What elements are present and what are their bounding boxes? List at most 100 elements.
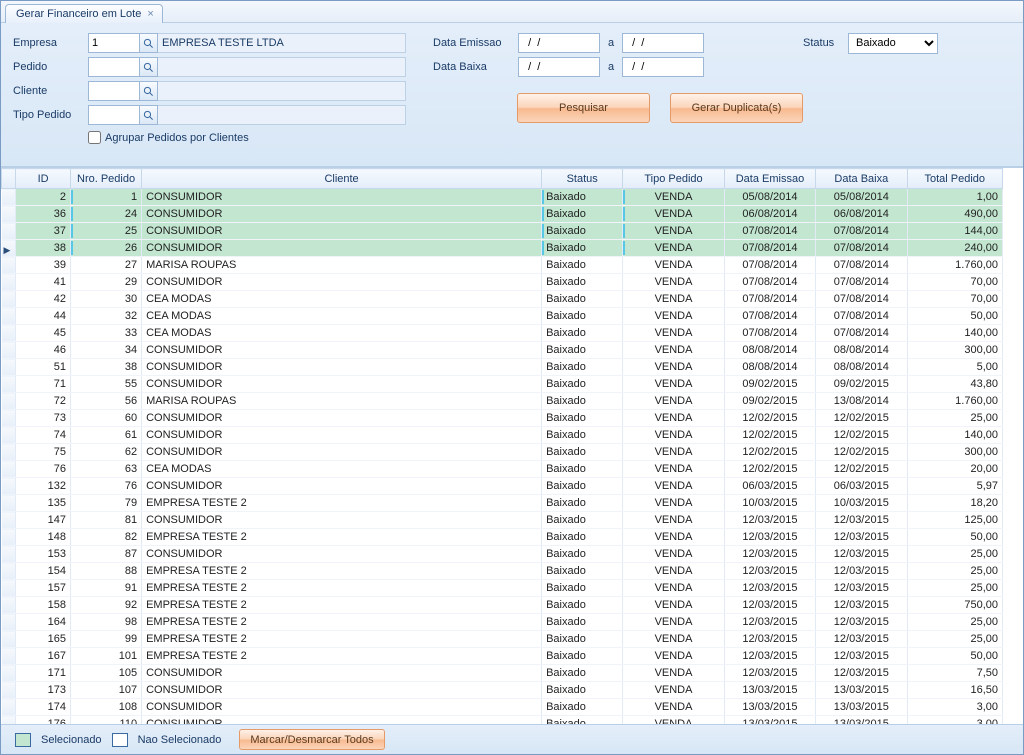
- row-indicator: [2, 716, 16, 725]
- data-baixa-ate-input[interactable]: [622, 57, 704, 77]
- legend-selected-swatch: [15, 733, 31, 747]
- cliente-lookup-button[interactable]: [140, 81, 158, 101]
- row-indicator: [2, 478, 16, 495]
- table-row[interactable]: 15892EMPRESA TESTE 2BaixadoVENDA12/03/20…: [2, 597, 1003, 614]
- cell-id: 45: [16, 325, 71, 342]
- header-tipo-pedido[interactable]: Tipo Pedido: [623, 169, 725, 189]
- table-row[interactable]: 4533CEA MODASBaixadoVENDA07/08/201407/08…: [2, 325, 1003, 342]
- table-row[interactable]: 176110CONSUMIDORBaixadoVENDA13/03/201513…: [2, 716, 1003, 725]
- pedido-code-input[interactable]: [88, 57, 140, 77]
- table-row[interactable]: 7155CONSUMIDORBaixadoVENDA09/02/201509/0…: [2, 376, 1003, 393]
- table-row[interactable]: 15791EMPRESA TESTE 2BaixadoVENDA12/03/20…: [2, 580, 1003, 597]
- cell-total-pedido: 25,00: [907, 614, 1003, 631]
- table-row[interactable]: 13579EMPRESA TESTE 2BaixadoVENDA10/03/20…: [2, 495, 1003, 512]
- cell-total-pedido: 1.760,00: [907, 393, 1003, 410]
- header-nro-pedido[interactable]: Nro. Pedido: [71, 169, 142, 189]
- table-row[interactable]: 7562CONSUMIDORBaixadoVENDA12/02/201512/0…: [2, 444, 1003, 461]
- table-row[interactable]: 7360CONSUMIDORBaixadoVENDA12/02/201512/0…: [2, 410, 1003, 427]
- table-row[interactable]: 13276CONSUMIDORBaixadoVENDA06/03/201506/…: [2, 478, 1003, 495]
- table-row[interactable]: 4230CEA MODASBaixadoVENDA07/08/201407/08…: [2, 291, 1003, 308]
- table-row[interactable]: 4634CONSUMIDORBaixadoVENDA08/08/201408/0…: [2, 342, 1003, 359]
- table-row[interactable]: 15488EMPRESA TESTE 2BaixadoVENDA12/03/20…: [2, 563, 1003, 580]
- header-id[interactable]: ID: [16, 169, 71, 189]
- cell-id: 2: [16, 189, 71, 206]
- table-row[interactable]: 3624CONSUMIDORBaixadoVENDA06/08/201406/0…: [2, 206, 1003, 223]
- table-row[interactable]: 174108CONSUMIDORBaixadoVENDA13/03/201513…: [2, 699, 1003, 716]
- cell-data-baixa: 07/08/2014: [816, 325, 907, 342]
- tipo-code-input[interactable]: [88, 105, 140, 125]
- table-row[interactable]: 5138CONSUMIDORBaixadoVENDA08/08/201408/0…: [2, 359, 1003, 376]
- pedido-lookup-button[interactable]: [140, 57, 158, 77]
- tipo-lookup-button[interactable]: [140, 105, 158, 125]
- cell-status: Baixado: [542, 716, 623, 725]
- cell-status: Baixado: [542, 648, 623, 665]
- data-baixa-de-input[interactable]: [518, 57, 600, 77]
- row-indicator: [2, 274, 16, 291]
- cell-data-baixa: 07/08/2014: [816, 240, 907, 257]
- cell-data-emissao: 13/03/2015: [724, 682, 815, 699]
- table-row[interactable]: 3927MARISA ROUPASBaixadoVENDA07/08/20140…: [2, 257, 1003, 274]
- gerar-duplicatas-button[interactable]: Gerar Duplicata(s): [670, 93, 803, 123]
- table-row[interactable]: 167101EMPRESA TESTE 2BaixadoVENDA12/03/2…: [2, 648, 1003, 665]
- table-row[interactable]: 15387CONSUMIDORBaixadoVENDA12/03/201512/…: [2, 546, 1003, 563]
- cell-cliente: CONSUMIDOR: [142, 410, 542, 427]
- cell-status: Baixado: [542, 325, 623, 342]
- cell-total-pedido: 70,00: [907, 274, 1003, 291]
- cell-nro-pedido: 101: [71, 648, 142, 665]
- header-data-baixa[interactable]: Data Baixa: [816, 169, 907, 189]
- marcar-desmarcar-button[interactable]: Marcar/Desmarcar Todos: [239, 729, 384, 750]
- table-row[interactable]: 7256MARISA ROUPASBaixadoVENDA09/02/20151…: [2, 393, 1003, 410]
- row-indicator: [2, 512, 16, 529]
- cell-status: Baixado: [542, 495, 623, 512]
- table-row[interactable]: 3725CONSUMIDORBaixadoVENDA07/08/201407/0…: [2, 223, 1003, 240]
- empresa-code-input[interactable]: [88, 33, 140, 53]
- header-cliente[interactable]: Cliente: [142, 169, 542, 189]
- header-indicator[interactable]: [2, 169, 16, 189]
- table-row[interactable]: 14781CONSUMIDORBaixadoVENDA12/03/201512/…: [2, 512, 1003, 529]
- table-row[interactable]: 21CONSUMIDORBaixadoVENDA05/08/201405/08/…: [2, 189, 1003, 206]
- table-row[interactable]: 171105CONSUMIDORBaixadoVENDA12/03/201512…: [2, 665, 1003, 682]
- row-indicator: [2, 240, 16, 257]
- cell-tipo-pedido: VENDA: [623, 682, 725, 699]
- cell-nro-pedido: 32: [71, 308, 142, 325]
- table-row[interactable]: 4129CONSUMIDORBaixadoVENDA07/08/201407/0…: [2, 274, 1003, 291]
- cell-total-pedido: 50,00: [907, 529, 1003, 546]
- status-select[interactable]: Baixado: [848, 33, 938, 54]
- cell-total-pedido: 3,00: [907, 716, 1003, 725]
- agrupar-checkbox[interactable]: [88, 131, 101, 144]
- cell-total-pedido: 25,00: [907, 563, 1003, 580]
- table-row[interactable]: 16498EMPRESA TESTE 2BaixadoVENDA12/03/20…: [2, 614, 1003, 631]
- header-data-emissao[interactable]: Data Emissao: [724, 169, 815, 189]
- table-row[interactable]: 7663CEA MODASBaixadoVENDA12/02/201512/02…: [2, 461, 1003, 478]
- row-indicator: [2, 410, 16, 427]
- data-emissao-ate-input[interactable]: [622, 33, 704, 53]
- cell-id: 148: [16, 529, 71, 546]
- cell-id: 74: [16, 427, 71, 444]
- row-indicator: [2, 597, 16, 614]
- cliente-code-input[interactable]: [88, 81, 140, 101]
- table-row[interactable]: 173107CONSUMIDORBaixadoVENDA13/03/201513…: [2, 682, 1003, 699]
- header-status[interactable]: Status: [542, 169, 623, 189]
- table-row[interactable]: 7461CONSUMIDORBaixadoVENDA12/02/201512/0…: [2, 427, 1003, 444]
- table-row[interactable]: 4432CEA MODASBaixadoVENDA07/08/201407/08…: [2, 308, 1003, 325]
- table-row[interactable]: 3826CONSUMIDORBaixadoVENDA07/08/201407/0…: [2, 240, 1003, 257]
- table-row[interactable]: 14882EMPRESA TESTE 2BaixadoVENDA12/03/20…: [2, 529, 1003, 546]
- pesquisar-button[interactable]: Pesquisar: [517, 93, 650, 123]
- grid-scroll[interactable]: ID Nro. Pedido Cliente Status Tipo Pedid…: [1, 167, 1023, 724]
- cliente-desc: [158, 81, 406, 101]
- cell-tipo-pedido: VENDA: [623, 478, 725, 495]
- header-total-pedido[interactable]: Total Pedido: [907, 169, 1003, 189]
- tab-gerar-financeiro[interactable]: Gerar Financeiro em Lote ×: [5, 4, 163, 23]
- cell-cliente: CONSUMIDOR: [142, 682, 542, 699]
- tipo-desc: [158, 105, 406, 125]
- row-indicator: [2, 325, 16, 342]
- close-icon[interactable]: ×: [147, 9, 153, 20]
- cell-total-pedido: 3,00: [907, 699, 1003, 716]
- table-row[interactable]: 16599EMPRESA TESTE 2BaixadoVENDA12/03/20…: [2, 631, 1003, 648]
- cell-tipo-pedido: VENDA: [623, 665, 725, 682]
- cell-status: Baixado: [542, 682, 623, 699]
- cell-data-baixa: 13/03/2015: [816, 716, 907, 725]
- empresa-lookup-button[interactable]: [140, 33, 158, 53]
- cell-nro-pedido: 24: [71, 206, 142, 223]
- data-emissao-de-input[interactable]: [518, 33, 600, 53]
